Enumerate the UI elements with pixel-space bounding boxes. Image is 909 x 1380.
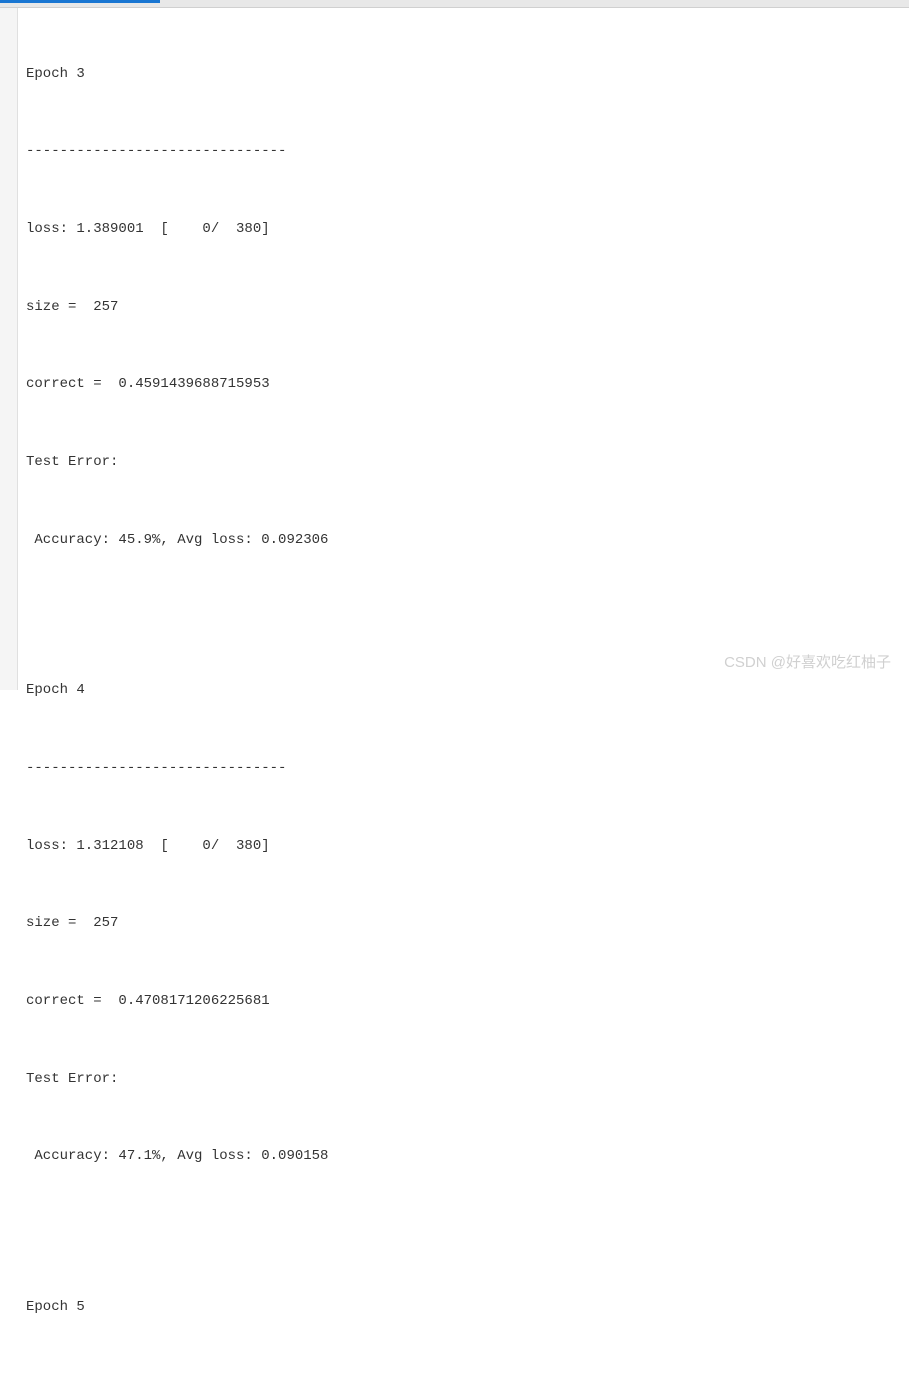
output-line: ------------------------------- — [26, 139, 901, 165]
output-line: Epoch 5 — [26, 1295, 901, 1321]
output-line: ------------------------------- — [26, 756, 901, 782]
output-line: Epoch 3 — [26, 62, 901, 88]
console-output[interactable]: Epoch 3 ------------------------------- … — [18, 8, 909, 690]
output-line: Accuracy: 47.1%, Avg loss: 0.090158 — [26, 1144, 901, 1170]
output-line: size = 257 — [26, 295, 901, 321]
output-line — [26, 605, 901, 626]
output-line: Epoch 4 — [26, 678, 901, 704]
output-line: size = 257 — [26, 911, 901, 937]
progress-bar — [0, 0, 160, 3]
output-line: loss: 1.389001 [ 0/ 380] — [26, 217, 901, 243]
content-area: Epoch 3 ------------------------------- … — [0, 8, 909, 690]
output-line: loss: 1.312108 [ 0/ 380] — [26, 834, 901, 860]
output-line: Test Error: — [26, 1067, 901, 1093]
output-line — [26, 1222, 901, 1243]
output-line: Accuracy: 45.9%, Avg loss: 0.092306 — [26, 528, 901, 554]
output-line: ------------------------------- — [26, 1372, 901, 1380]
gutter — [0, 8, 18, 690]
output-line: correct = 0.4591439688715953 — [26, 372, 901, 398]
output-line: correct = 0.4708171206225681 — [26, 989, 901, 1015]
output-line: Test Error: — [26, 450, 901, 476]
top-bar — [0, 0, 909, 8]
